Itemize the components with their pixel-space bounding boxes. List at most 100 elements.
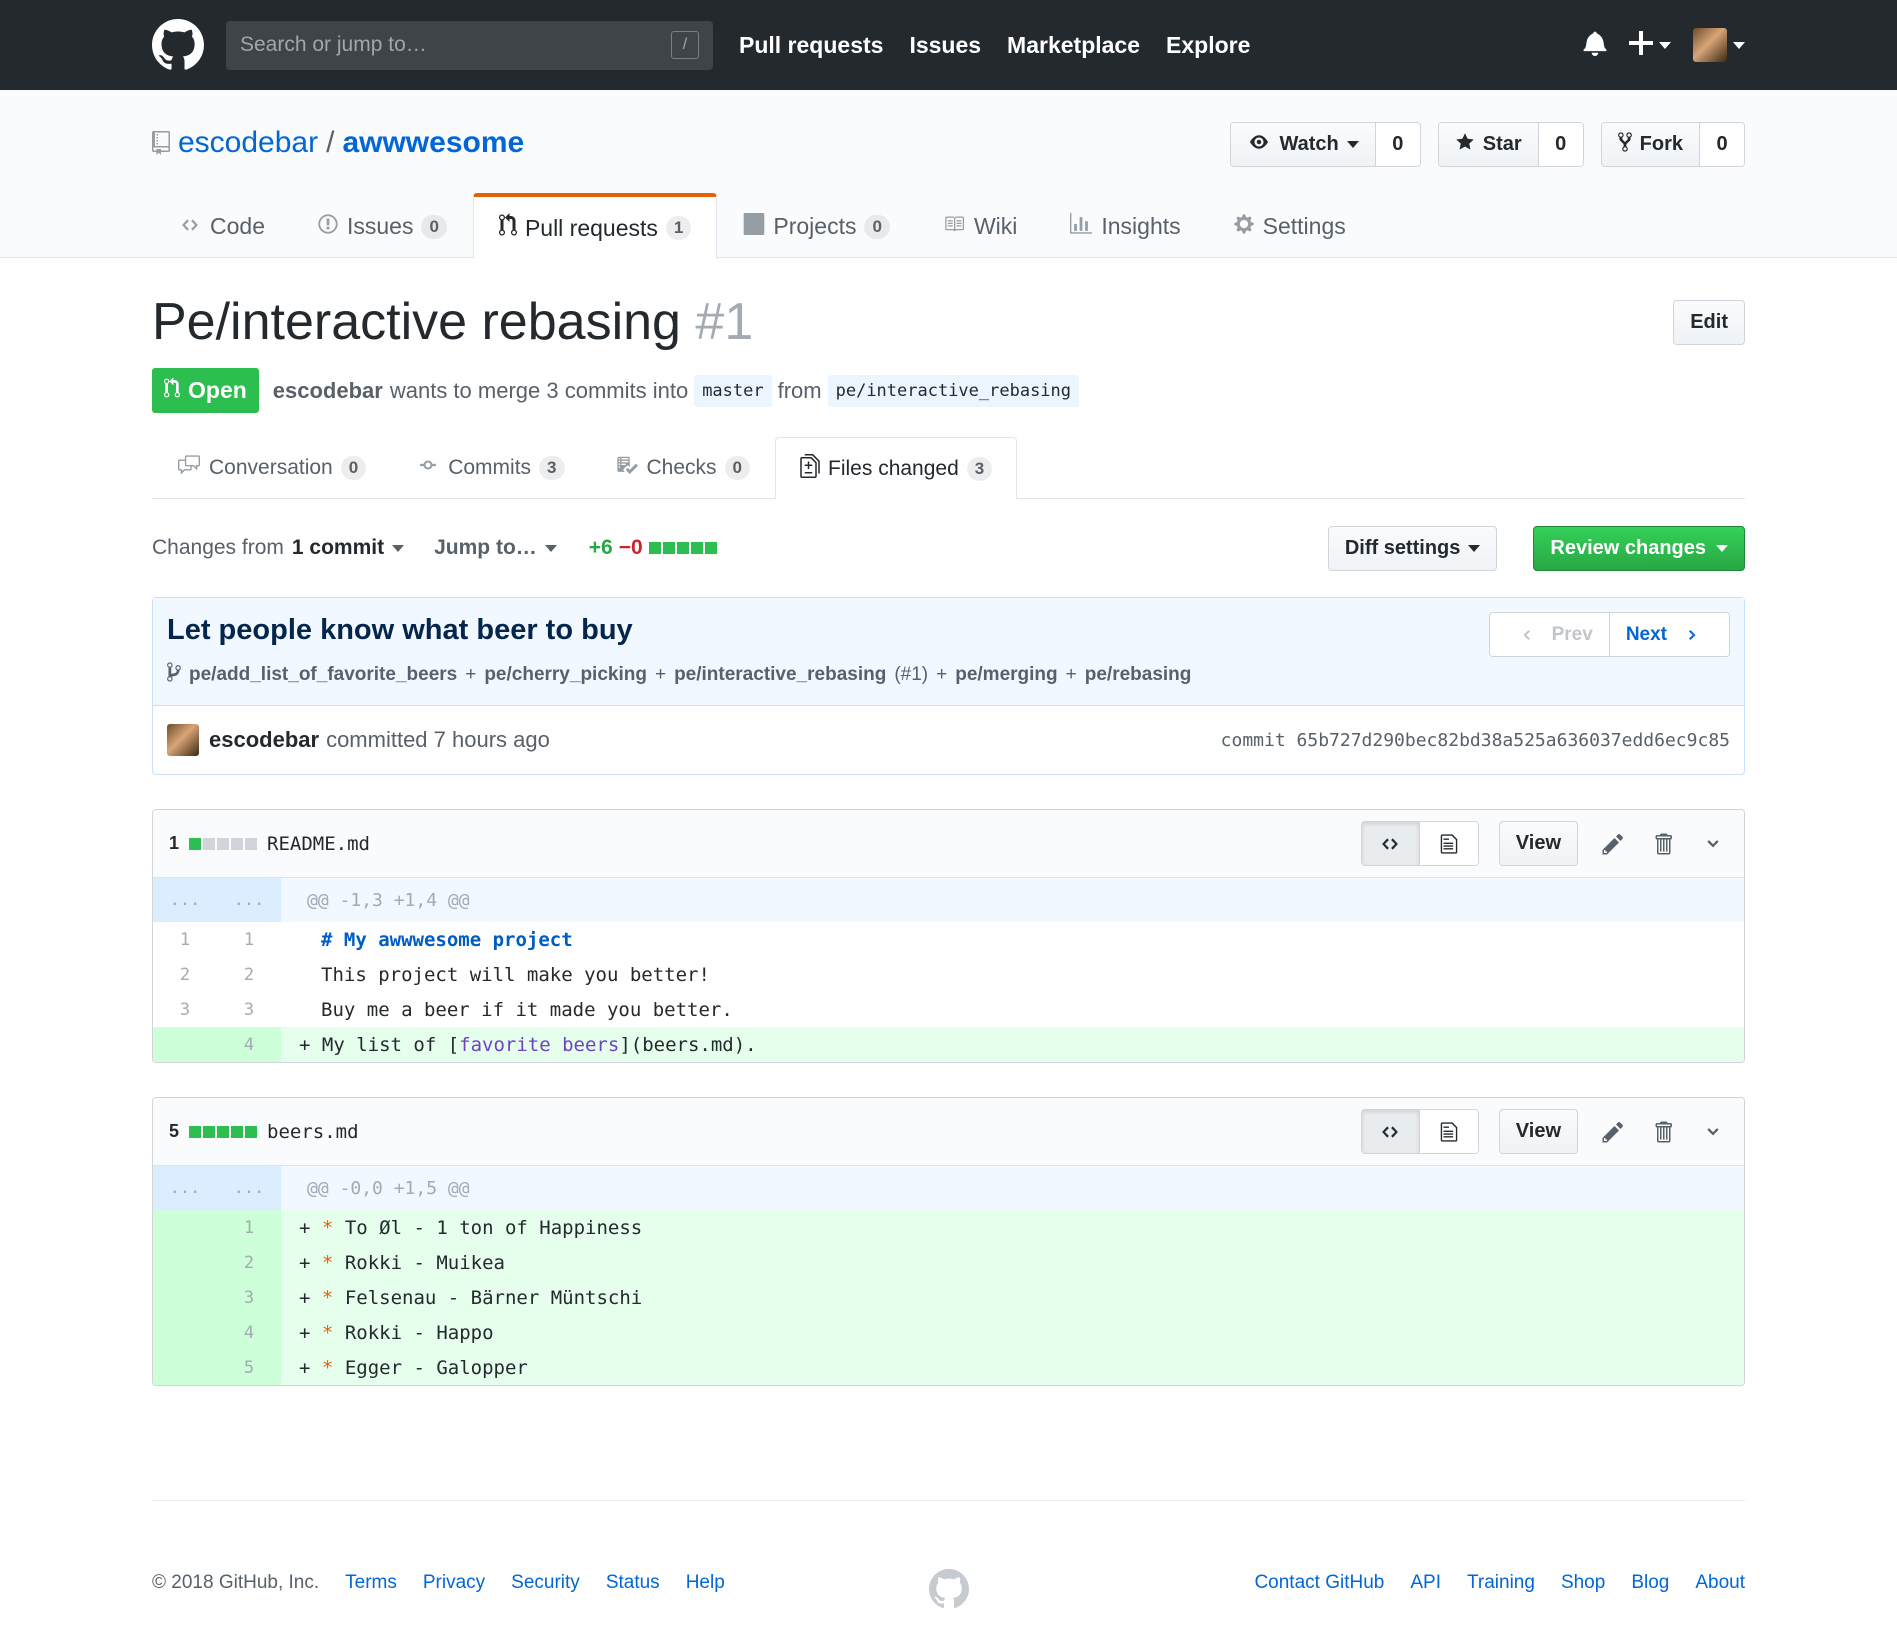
chevron-down-icon[interactable]	[1698, 1123, 1728, 1141]
repo-name-link[interactable]: awwwesome	[342, 126, 524, 160]
footer-link-help[interactable]: Help	[686, 1572, 725, 1594]
repo-owner-link[interactable]: escodebar	[178, 126, 318, 160]
tab-checks[interactable]: Checks 0	[590, 437, 776, 498]
changes-from-menu[interactable]: Changes from 1 commit	[152, 536, 405, 560]
old-line-number[interactable]: 2	[153, 965, 217, 985]
new-line-number[interactable]: 2	[217, 965, 281, 985]
tab-files-changed[interactable]: Files changed 3	[775, 437, 1018, 499]
old-line-number[interactable]	[153, 1245, 217, 1280]
head-branch[interactable]: pe/interactive_rebasing	[827, 374, 1080, 407]
footer-link-blog[interactable]: Blog	[1631, 1572, 1669, 1594]
hunk-expand[interactable]: ...	[153, 1166, 217, 1210]
new-line-number[interactable]: 2	[217, 1245, 281, 1280]
new-line-number[interactable]: 1	[217, 1210, 281, 1245]
fork-button[interactable]: Fork	[1601, 123, 1700, 166]
footer-link-status[interactable]: Status	[606, 1572, 660, 1594]
new-line-number[interactable]: 1	[217, 930, 281, 950]
tab-settings[interactable]: Settings	[1207, 193, 1372, 259]
footer-link-contact[interactable]: Contact GitHub	[1254, 1572, 1384, 1594]
tab-commits[interactable]: Commits 3	[391, 437, 589, 498]
pr-reference[interactable]: (#1)	[894, 664, 928, 686]
chevron-left-icon	[1505, 626, 1548, 643]
hunk-header[interactable]: ... ... @@ -1,3 +1,4 @@	[153, 878, 1744, 922]
rich-diff-button[interactable]	[1419, 822, 1478, 865]
new-line-number[interactable]: 4	[217, 1315, 281, 1350]
watch-count[interactable]: 0	[1375, 123, 1420, 166]
avatar[interactable]	[167, 724, 199, 756]
tab-insights[interactable]: Insights	[1043, 193, 1206, 259]
file-name[interactable]: README.md	[267, 833, 370, 855]
footer-link-terms[interactable]: Terms	[345, 1572, 397, 1594]
trash-icon[interactable]	[1648, 1120, 1678, 1144]
view-file-button[interactable]: View	[1498, 1109, 1578, 1154]
old-line-number[interactable]: 3	[153, 1000, 217, 1020]
fork-count[interactable]: 0	[1700, 123, 1744, 166]
new-line-number[interactable]: 3	[217, 1000, 281, 1020]
tab-projects[interactable]: Projects 0	[717, 193, 916, 259]
base-branch[interactable]: master	[694, 374, 772, 407]
branch-link[interactable]: pe/interactive_rebasing	[674, 664, 886, 686]
github-logo-icon[interactable]	[152, 19, 204, 71]
commit-sha[interactable]: commit 65b727d290bec82bd38a525a636037edd…	[1221, 730, 1730, 751]
hunk-expand[interactable]: ...	[217, 878, 281, 922]
file-name[interactable]: beers.md	[267, 1121, 359, 1143]
topnav-marketplace[interactable]: Marketplace	[1007, 32, 1140, 59]
create-new-menu[interactable]	[1629, 30, 1671, 60]
tab-issues[interactable]: Issues 0	[291, 193, 473, 259]
jump-to-menu[interactable]: Jump to…	[434, 536, 557, 560]
old-line-number[interactable]	[153, 1027, 217, 1062]
footer-link-training[interactable]: Training	[1467, 1572, 1535, 1594]
github-mark-icon[interactable]	[928, 1569, 969, 1615]
pencil-icon[interactable]	[1598, 832, 1628, 856]
tab-conversation[interactable]: Conversation 0	[152, 437, 391, 498]
rich-diff-button[interactable]	[1419, 1110, 1478, 1153]
branch-link[interactable]: pe/rebasing	[1085, 664, 1192, 686]
new-line-number[interactable]: 3	[217, 1280, 281, 1315]
branch-link[interactable]: pe/add_list_of_favorite_beers	[189, 664, 457, 686]
star-button[interactable]: Star	[1438, 123, 1539, 166]
prev-commit-button[interactable]: Prev	[1489, 613, 1610, 656]
old-line-number[interactable]	[153, 1350, 217, 1385]
next-commit-button[interactable]: Next	[1609, 613, 1729, 656]
tab-wiki[interactable]: Wiki	[916, 193, 1043, 259]
topnav-pull-requests[interactable]: Pull requests	[739, 32, 883, 59]
topnav-issues[interactable]: Issues	[909, 32, 981, 59]
diff-settings-button[interactable]: Diff settings	[1327, 525, 1498, 571]
tab-pull-requests[interactable]: Pull requests 1	[472, 193, 718, 259]
chevron-down-icon[interactable]	[1698, 835, 1728, 853]
branch-link[interactable]: pe/merging	[955, 664, 1057, 686]
branch-link[interactable]: pe/cherry_picking	[484, 664, 647, 686]
review-changes-button[interactable]: Review changes	[1533, 525, 1745, 571]
hunk-header[interactable]: ... ... @@ -0,0 +1,5 @@	[153, 1166, 1744, 1210]
old-line-number[interactable]	[153, 1280, 217, 1315]
source-diff-button[interactable]	[1361, 1110, 1420, 1153]
footer-link-privacy[interactable]: Privacy	[423, 1572, 485, 1594]
merge-text: wants to merge 3 commits into	[389, 377, 689, 403]
pencil-icon[interactable]	[1598, 1120, 1628, 1144]
old-line-number[interactable]	[153, 1210, 217, 1245]
search-input[interactable]: Search or jump to… /	[226, 20, 713, 70]
tab-code[interactable]: Code	[152, 193, 291, 259]
new-line-number[interactable]: 4	[217, 1027, 281, 1062]
pr-author-link[interactable]: escodebar	[273, 378, 383, 404]
edit-button[interactable]: Edit	[1673, 299, 1745, 345]
new-line-number[interactable]: 5	[217, 1350, 281, 1385]
bell-icon[interactable]	[1583, 30, 1607, 61]
trash-icon[interactable]	[1648, 832, 1678, 856]
tab-commits-label: Commits	[448, 456, 532, 479]
footer-link-security[interactable]: Security	[511, 1572, 580, 1594]
commit-author-link[interactable]: escodebar	[209, 727, 319, 753]
footer-link-shop[interactable]: Shop	[1561, 1572, 1605, 1594]
view-file-button[interactable]: View	[1498, 821, 1578, 866]
topnav-explore[interactable]: Explore	[1166, 32, 1250, 59]
watch-button[interactable]: Watch	[1231, 123, 1376, 166]
old-line-number[interactable]: 1	[153, 930, 217, 950]
source-diff-button[interactable]	[1361, 822, 1420, 865]
hunk-expand[interactable]: ...	[153, 878, 217, 922]
user-menu[interactable]	[1693, 28, 1745, 62]
star-count[interactable]: 0	[1538, 123, 1583, 166]
hunk-expand[interactable]: ...	[217, 1166, 281, 1210]
footer-link-about[interactable]: About	[1695, 1572, 1745, 1594]
old-line-number[interactable]	[153, 1315, 217, 1350]
footer-link-api[interactable]: API	[1410, 1572, 1441, 1594]
